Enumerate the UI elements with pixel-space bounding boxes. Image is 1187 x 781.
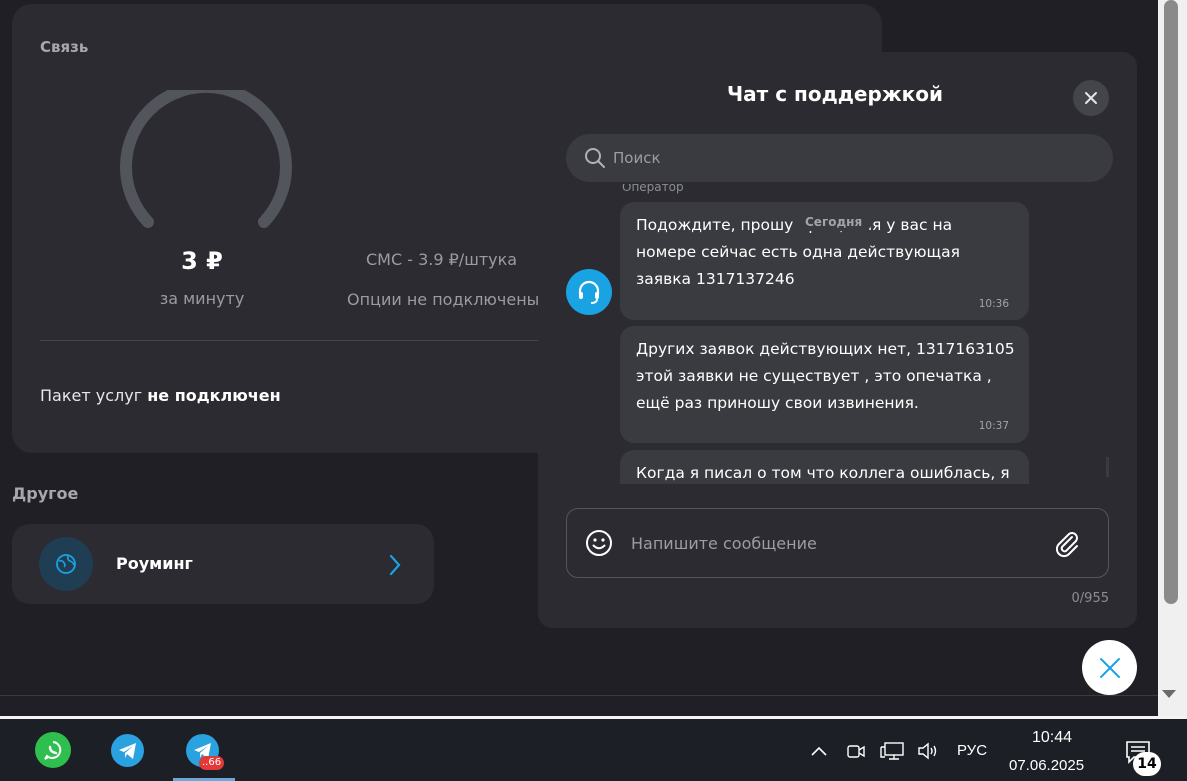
telegram-unread-badge: ..66: [199, 756, 225, 770]
notification-count-badge: 14: [1133, 752, 1161, 776]
chat-search-input[interactable]: Поиск: [566, 134, 1113, 182]
chevron-right-icon: [389, 554, 401, 576]
taskbar: ..66 РУС 10:44 07.06.2025 14: [0, 719, 1187, 781]
message-placeholder: Напишите сообщение: [631, 534, 817, 553]
message-bubble: Когда я писал о том что коллега ошиблась…: [620, 450, 1029, 484]
close-icon: [1099, 657, 1120, 678]
search-placeholder: Поиск: [613, 149, 661, 167]
roaming-label: Роуминг: [116, 554, 193, 573]
scroll-down-arrow-icon[interactable]: [1162, 690, 1176, 698]
price-per-minute: 3 ₽: [181, 247, 223, 275]
paperclip-icon[interactable]: [1052, 529, 1082, 559]
operator-avatar: [566, 269, 612, 315]
scrollbar-thumb[interactable]: [1164, 0, 1178, 604]
telegram-icon[interactable]: [111, 734, 144, 767]
price-unit: за минуту: [159, 289, 245, 308]
package-status-value: не подключен: [147, 386, 281, 405]
char-counter: 0/955: [1071, 591, 1109, 606]
sms-price: СМС - 3.9 ₽/штука: [366, 250, 518, 269]
network-icon[interactable]: [879, 741, 905, 761]
message-list[interactable]: Оператор Подождите, прошу прощения у вас…: [538, 184, 1137, 484]
emoji-icon[interactable]: [585, 529, 613, 557]
message-input[interactable]: Напишите сообщение: [566, 508, 1109, 578]
camera-icon[interactable]: [846, 741, 866, 761]
message-text: Других заявок действующих нет, 131716310…: [636, 340, 1015, 412]
message-time: 10:36: [978, 298, 1009, 310]
support-chat-panel: Чат с поддержкой Поиск Оператор Подождит…: [538, 52, 1137, 628]
chevron-up-icon[interactable]: [810, 745, 828, 757]
roaming-card[interactable]: Роуминг: [12, 524, 434, 604]
globe-icon: [39, 537, 93, 591]
minutes-gauge: [120, 90, 292, 228]
message-time: 10:37: [978, 420, 1009, 432]
page-bottom-divider: [0, 695, 1158, 696]
message-text: Когда я писал о том что коллега ошиблась…: [636, 464, 1010, 482]
clock-date[interactable]: 07.06.2025: [1009, 757, 1084, 774]
volume-icon[interactable]: [916, 741, 940, 761]
date-badge: Сегодня: [795, 213, 873, 231]
message-bubble: Подождите, прошу прощения у вас на номер…: [620, 202, 1029, 320]
close-icon: [1085, 92, 1097, 104]
whatsapp-icon[interactable]: [35, 732, 71, 768]
operator-label: Оператор: [622, 184, 684, 194]
chat-close-button[interactable]: [1073, 80, 1109, 116]
headset-icon: [578, 280, 600, 304]
package-status: Пакет услуг не подключен: [40, 386, 281, 405]
options-status: Опции не подключены: [347, 290, 540, 309]
chat-scrollbar[interactable]: [1106, 457, 1109, 477]
other-section-title: Другое: [12, 484, 79, 503]
input-language[interactable]: РУС: [957, 742, 987, 759]
chat-toggle-close-button[interactable]: [1082, 640, 1137, 695]
search-icon: [585, 148, 605, 168]
svyaz-title: Связь: [40, 38, 89, 56]
clock-time[interactable]: 10:44: [1032, 729, 1072, 747]
message-bubble: Других заявок действующих нет, 131716310…: [620, 326, 1029, 443]
chat-title: Чат с поддержкой: [726, 82, 943, 106]
divider: [40, 340, 570, 341]
package-prefix: Пакет услуг: [40, 386, 143, 405]
